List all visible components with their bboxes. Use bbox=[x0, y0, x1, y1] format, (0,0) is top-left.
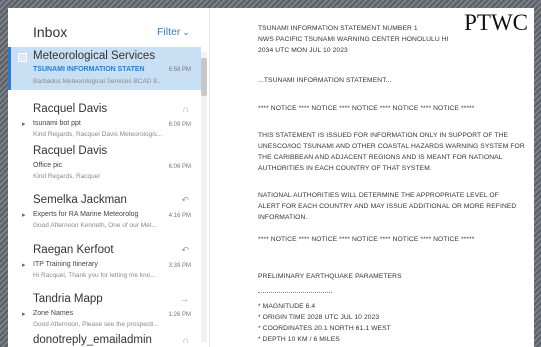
message-sender: donotreply_emailadmin bbox=[33, 334, 152, 346]
section-heading: PRELIMINARY EARTHQUAKE PARAMETERS bbox=[258, 273, 402, 280]
message-time: 6:06 PM bbox=[168, 164, 191, 170]
thread-expand-icon[interactable]: ▸ bbox=[22, 310, 26, 318]
message-item[interactable]: Tandria Mapp → ▸ Zone Names 1:26 PM Good… bbox=[8, 293, 201, 335]
ptwc-watermark: PTWC bbox=[464, 10, 528, 35]
parameter-line: * ORIGIN TIME 2028 UTC JUL 10 2023 bbox=[258, 314, 380, 321]
thread-expand-icon[interactable]: ▸ bbox=[22, 211, 26, 219]
reply-icon: ↶ bbox=[181, 245, 189, 255]
bulletin-line: ALERT FOR EACH COUNTRY AND MAY ISSUE ADD… bbox=[258, 203, 517, 210]
message-list-header: Inbox Filter ⌄ bbox=[8, 8, 209, 44]
message-subject: Office pic bbox=[33, 162, 63, 169]
message-subject: tsunami bot ppt bbox=[33, 120, 81, 127]
message-preview: Hi Racquel, Thank you for letting me kno… bbox=[33, 272, 156, 279]
message-time: 3:39 PM bbox=[168, 263, 191, 269]
folder-title: Inbox bbox=[33, 24, 68, 40]
reading-pane: PTWC TSUNAMI INFORMATION STATEMENT NUMBE… bbox=[210, 8, 534, 347]
message-item[interactable]: Racquel Davis Office pic 6:06 PM Kind Re… bbox=[8, 145, 201, 187]
bulletin-title: TSUNAMI INFORMATION STATEMENT NUMBER 1 bbox=[258, 25, 418, 32]
selection-indicator bbox=[8, 47, 11, 90]
message-sender: Racquel Davis bbox=[33, 145, 108, 157]
mail-window: Inbox Filter ⌄ Meteorological Services TS… bbox=[8, 8, 534, 347]
filter-chevron-icon: ⌄ bbox=[182, 27, 190, 37]
filter-button[interactable]: Filter ⌄ bbox=[157, 26, 190, 38]
reply-icon: ↶ bbox=[181, 195, 189, 205]
message-list-scroll-thumb[interactable] bbox=[201, 58, 207, 96]
bulletin-line: UNESCO/IOC TSUNAMI AND OTHER COASTAL HAZ… bbox=[258, 143, 525, 150]
message-subject: ITP Training Itinerary bbox=[33, 261, 98, 268]
message-sender: Racquel Davis bbox=[33, 103, 108, 115]
section-divider bbox=[258, 292, 332, 293]
message-time: 4:16 PM bbox=[168, 213, 191, 219]
message-preview: Good Afternoon Kenneth, One of our Met..… bbox=[33, 222, 157, 229]
message-item[interactable]: Racquel Davis ∩ ▸ tsunami bot ppt 6:09 P… bbox=[8, 103, 201, 145]
message-list-pane: Inbox Filter ⌄ Meteorological Services TS… bbox=[8, 8, 210, 347]
message-subject: Zone Names bbox=[33, 310, 74, 317]
parameter-line: * COORDINATES 20.1 NORTH 61.1 WEST bbox=[258, 325, 391, 332]
message-item[interactable]: Raegan Kerfoot ↶ ▸ ITP Training Itinerar… bbox=[8, 244, 201, 286]
bulletin-line: THIS STATEMENT IS ISSUED FOR INFORMATION… bbox=[258, 132, 509, 139]
message-sender: Semelka Jackman bbox=[33, 194, 127, 206]
message-time: 1:26 PM bbox=[168, 312, 191, 318]
bulletin-line: 2034 UTC MON JUL 10 2023 bbox=[258, 47, 348, 54]
bulletin-line: ...TSUNAMI INFORMATION STATEMENT... bbox=[258, 77, 392, 84]
message-preview: Kind Regards, Racquel Davis Meteorologis… bbox=[33, 131, 163, 138]
filter-label: Filter bbox=[157, 26, 181, 38]
message-time: 6:09 PM bbox=[168, 122, 191, 128]
bulletin-line: THE CARIBBEAN AND ADJACENT REGIONS AND I… bbox=[258, 154, 503, 161]
forward-icon: → bbox=[180, 294, 189, 304]
message-item-selected[interactable]: Meteorological Services TSUNAMI INFORMAT… bbox=[8, 47, 201, 90]
thread-expand-icon[interactable]: ▸ bbox=[22, 120, 26, 128]
message-preview: Good Afternoon, Please see the prospecti… bbox=[33, 321, 159, 328]
select-checkbox-icon[interactable] bbox=[18, 53, 27, 62]
message-subject: Experts for RA Marine Meteorolog bbox=[33, 211, 139, 218]
message-sender: Tandria Mapp bbox=[33, 293, 103, 305]
message-time: 6:58 PM bbox=[168, 67, 191, 73]
message-sender: Raegan Kerfoot bbox=[33, 244, 114, 256]
bulletin-line: INFORMATION. bbox=[258, 214, 308, 221]
message-item[interactable]: Semelka Jackman ↶ ▸ Experts for RA Marin… bbox=[8, 194, 201, 236]
bulletin-line: NWS PACIFIC TSUNAMI WARNING CENTER HONOL… bbox=[258, 36, 449, 43]
message-subject: TSUNAMI INFORMATION STATEN bbox=[33, 66, 145, 73]
message-item[interactable]: donotreply_emailadmin ∩ bbox=[8, 334, 201, 347]
attachment-icon: ∩ bbox=[182, 104, 189, 114]
parameter-line: * MAGNITUDE 6.4 bbox=[258, 303, 316, 310]
parameter-line: * DEPTH 10 KM / 6 MILES bbox=[258, 336, 340, 343]
notice-line: **** NOTICE **** NOTICE **** NOTICE ****… bbox=[258, 105, 475, 112]
message-preview: Barbados Meteorological Services BCAD 8.… bbox=[33, 78, 163, 85]
message-preview: Kind Regards, Racquel bbox=[33, 173, 100, 180]
bulletin-line: NATIONAL AUTHORITIES WILL DETERMINE THE … bbox=[258, 192, 499, 199]
message-sender: Meteorological Services bbox=[33, 50, 156, 62]
bulletin-line: AUTHORITIES IN EACH COUNTRY OF THAT SYST… bbox=[258, 165, 432, 172]
notice-line: **** NOTICE **** NOTICE **** NOTICE ****… bbox=[258, 236, 475, 243]
attachment-icon: ∩ bbox=[182, 335, 189, 345]
thread-expand-icon[interactable]: ▸ bbox=[22, 261, 26, 269]
